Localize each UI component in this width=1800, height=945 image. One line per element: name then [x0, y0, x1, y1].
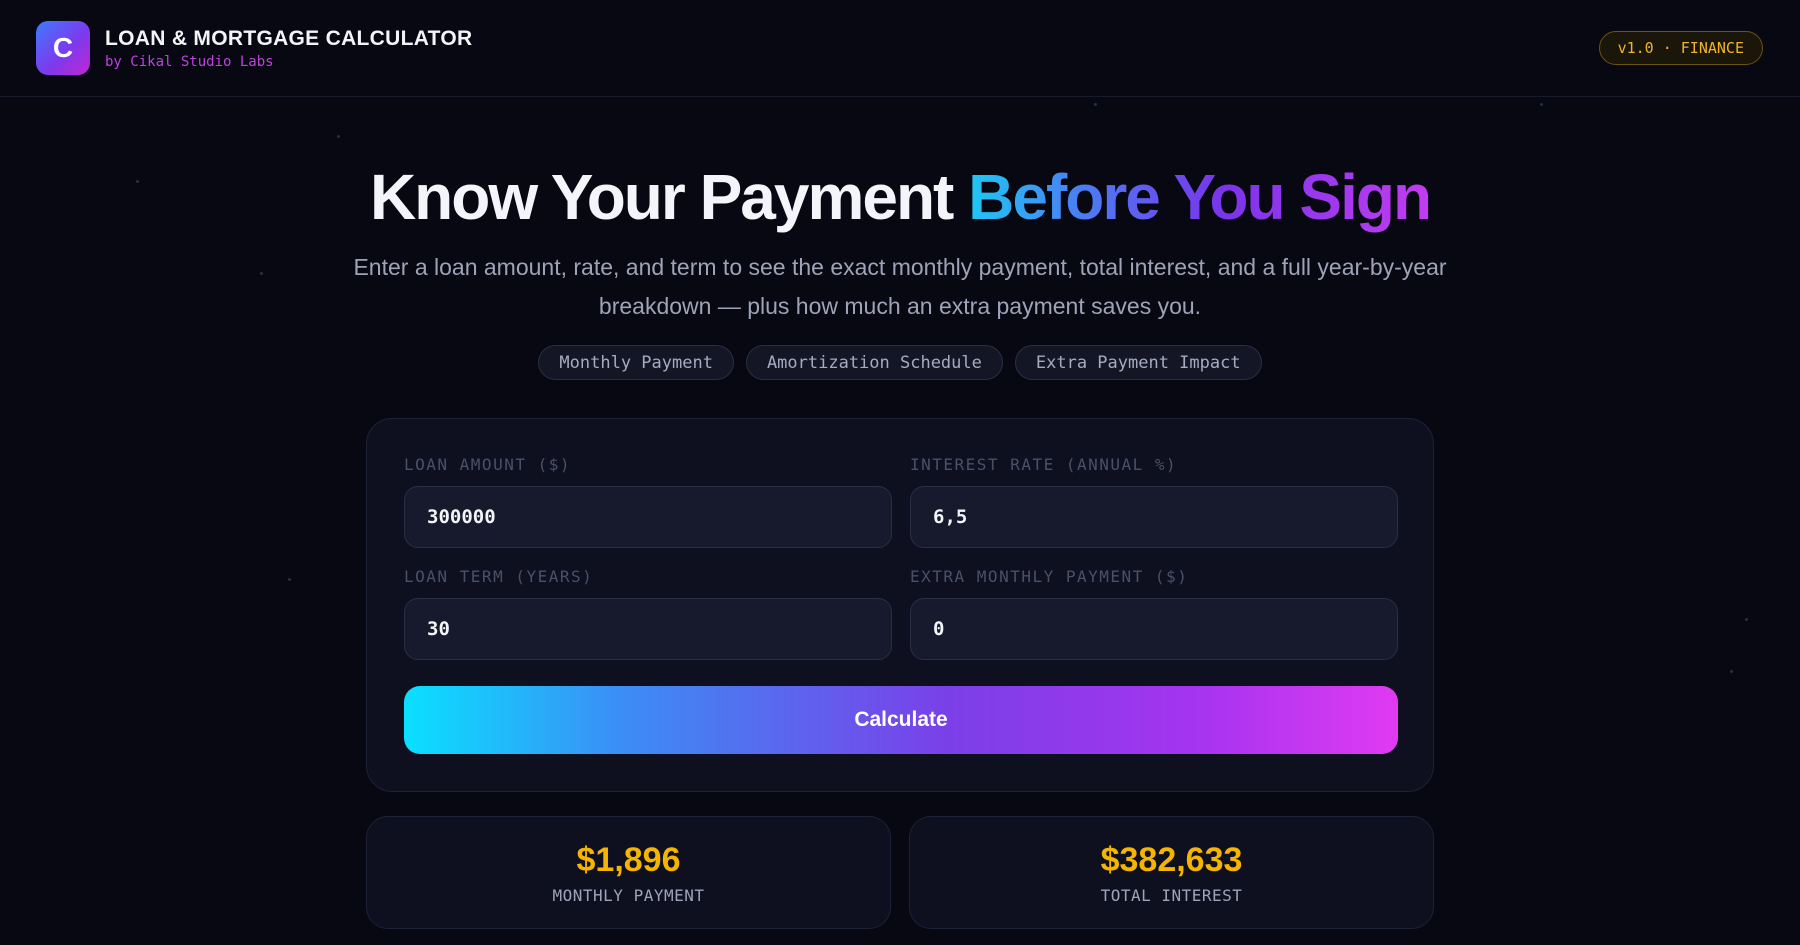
interest-rate-label: INTEREST RATE (ANNUAL %)	[910, 455, 1178, 474]
calculator-form: LOAN AMOUNT ($) INTEREST RATE (ANNUAL %)…	[366, 418, 1434, 792]
brand-text: LOAN & MORTGAGE CALCULATOR by Cikal Stud…	[105, 27, 473, 70]
total-interest-card: $382,633 TOTAL INTEREST	[909, 816, 1434, 929]
feature-tag-extra-payment-impact: Extra Payment Impact	[1014, 345, 1262, 380]
feature-tags: Monthly Payment Amortization Schedule Ex…	[0, 345, 1800, 380]
feature-tag-monthly-payment: Monthly Payment	[538, 345, 734, 380]
calculate-button[interactable]: Calculate	[404, 686, 1398, 754]
logo-letter: C	[52, 32, 74, 63]
background-star	[260, 272, 263, 275]
loan-term-input[interactable]	[404, 598, 892, 660]
total-interest-value: $382,633	[1100, 840, 1243, 879]
monthly-payment-label: MONTHLY PAYMENT	[552, 885, 705, 905]
app-subtitle: by Cikal Studio Labs	[105, 53, 274, 70]
app-title: LOAN & MORTGAGE CALCULATOR	[105, 26, 473, 50]
loan-amount-input[interactable]	[404, 486, 892, 548]
background-star	[1730, 670, 1733, 673]
background-star	[1540, 103, 1543, 106]
monthly-payment-value: $1,896	[576, 840, 681, 879]
feature-tag-amortization-schedule: Amortization Schedule	[745, 345, 1003, 380]
hero-title-highlight: Before You Sign	[968, 161, 1432, 233]
interest-rate-input[interactable]	[910, 486, 1398, 548]
hero-description: Enter a loan amount, rate, and term to s…	[353, 254, 1447, 319]
total-interest-label: TOTAL INTEREST	[1100, 885, 1243, 905]
background-star	[1745, 618, 1748, 621]
background-star	[337, 135, 340, 138]
extra-payment-input[interactable]	[910, 598, 1398, 660]
version-badge: v1.0 · FINANCE	[1598, 31, 1763, 65]
top-bar: C LOAN & MORTGAGE CALCULATOR by Cikal St…	[0, 0, 1800, 97]
app-logo-icon: C	[36, 21, 90, 75]
hero-title: Know Your Payment Before You Sign	[0, 160, 1800, 234]
extra-payment-label: EXTRA MONTHLY PAYMENT ($)	[910, 567, 1189, 586]
background-star	[1094, 103, 1097, 106]
hero-title-plain: Know Your Payment	[369, 161, 969, 233]
loan-term-label: LOAN TERM (YEARS)	[404, 567, 594, 586]
monthly-payment-card: $1,896 MONTHLY PAYMENT	[366, 816, 891, 929]
loan-amount-label: LOAN AMOUNT ($)	[404, 455, 571, 474]
background-star	[288, 578, 291, 581]
brand[interactable]: C LOAN & MORTGAGE CALCULATOR by Cikal St…	[36, 21, 473, 75]
app-page: C LOAN & MORTGAGE CALCULATOR by Cikal St…	[0, 0, 1800, 945]
